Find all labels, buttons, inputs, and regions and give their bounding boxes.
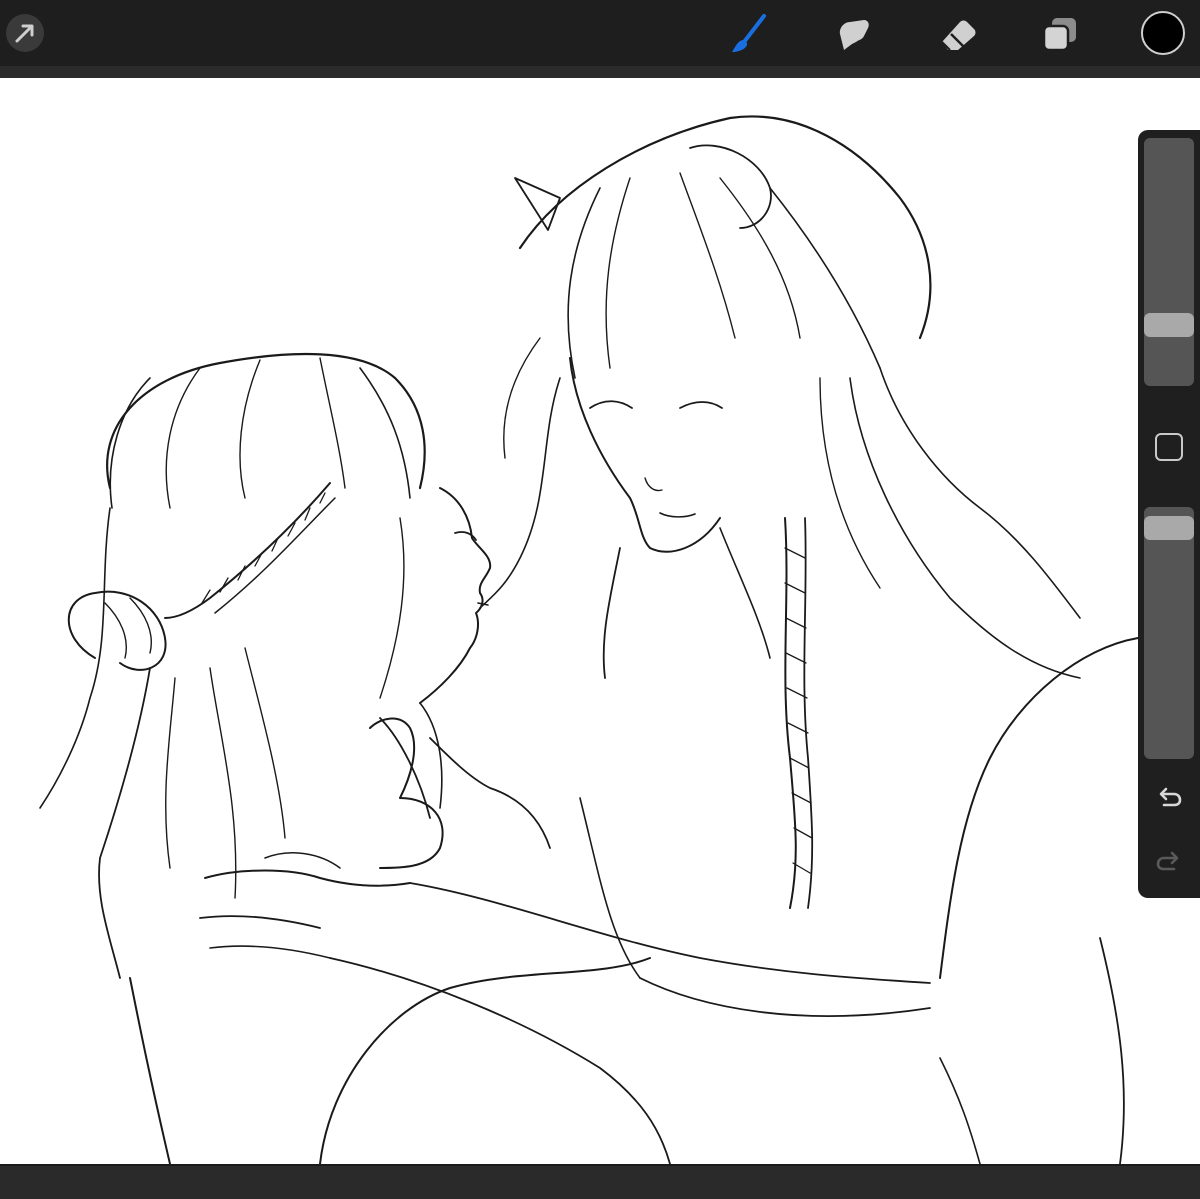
- drawing-app: [0, 0, 1200, 1199]
- brush-opacity-slider[interactable]: [1144, 507, 1194, 759]
- brush-size-thumb[interactable]: [1144, 313, 1194, 337]
- brush-sidebar: [1138, 130, 1200, 898]
- redo-icon: [1156, 851, 1179, 871]
- left-figure-bun: [67, 590, 167, 671]
- square-outline-icon[interactable]: [1155, 433, 1183, 461]
- left-figure-braid: [164, 482, 331, 619]
- smudge-icon: [839, 20, 869, 50]
- brush-size-slider[interactable]: [1144, 138, 1194, 386]
- layers-button[interactable]: [1038, 12, 1082, 56]
- right-figure-shoulder: [939, 637, 1139, 979]
- sketch-artwork: [39, 115, 1139, 1164]
- left-figure-hair-outline: [106, 352, 426, 490]
- eraser-tool-button[interactable]: [936, 12, 980, 56]
- brush-tool-button[interactable]: [726, 12, 770, 56]
- toolbar-shadow: [0, 66, 1200, 78]
- right-figure-face: [569, 357, 721, 553]
- current-color-swatch: [1141, 11, 1185, 55]
- left-figure-face: [419, 487, 492, 704]
- drawing-canvas[interactable]: [0, 78, 1200, 1164]
- arm-reaching: [409, 882, 931, 984]
- right-figure-braid: [784, 517, 797, 909]
- brush-opacity-thumb[interactable]: [1144, 516, 1194, 540]
- right-figure-ear: [689, 144, 772, 229]
- redo-button[interactable]: [1154, 846, 1184, 876]
- brush-icon: [732, 14, 766, 52]
- bottom-bar: [0, 1164, 1200, 1199]
- transform-tool-button[interactable]: [3, 11, 47, 55]
- smudge-tool-button[interactable]: [830, 12, 874, 56]
- top-toolbar: [0, 0, 1200, 66]
- arrow-cursor-icon: [6, 14, 44, 52]
- layers-icon: [1042, 18, 1076, 52]
- undo-icon: [1159, 787, 1182, 807]
- eraser-icon: [941, 20, 976, 51]
- left-figure-body: [129, 977, 171, 1164]
- color-picker-button[interactable]: [1140, 10, 1186, 56]
- undo-button[interactable]: [1154, 782, 1184, 812]
